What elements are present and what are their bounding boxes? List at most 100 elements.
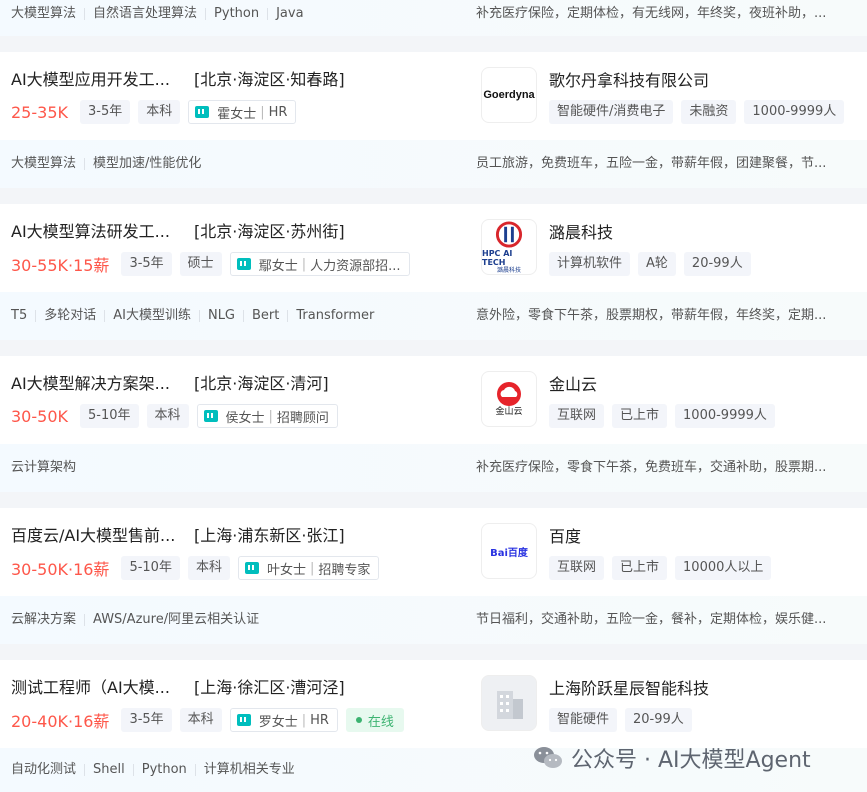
company-tag: 智能硬件/消费电子 (549, 100, 674, 124)
cloud-logo-icon (497, 381, 521, 406)
company-tag: 20-99人 (625, 708, 692, 732)
logo-text: Bai百度 (490, 547, 528, 559)
hr-contact[interactable]: 叶女士 | 招聘专家 (237, 556, 380, 580)
salary: 30-55K·15薪 (11, 256, 110, 275)
skill-tag: Transformer (287, 309, 382, 322)
skill-tag: 大模型算法 (11, 6, 77, 21)
job-card[interactable]: AI大模型解决方案架... [北京·海淀区·清河] 30-50K 5-10年 本… (0, 356, 867, 492)
skill-tag: T5 (11, 308, 28, 323)
skill-tag: Bert (243, 309, 287, 322)
skill-tags: 云解决方案 AWS/Azure/阿里云相关认证 (11, 596, 267, 644)
chat-icon (236, 714, 251, 726)
company-name[interactable]: 上海阶跃星辰智能科技 (549, 675, 709, 699)
company-tag: A轮 (638, 252, 676, 276)
skill-tag: AI大模型训练 (104, 309, 199, 322)
job-location: [北京·海淀区·知春路] (194, 70, 345, 89)
hr-name: 侯女士 (225, 410, 265, 426)
hr-contact[interactable]: 霍女士 | HR (188, 100, 297, 124)
company-name[interactable]: 百度 (549, 523, 581, 547)
skill-tag: 自然语言处理算法 (84, 7, 205, 20)
benefits-text: 补充医疗保险，定期体检，有无线网，年终奖，夜班补助，... (476, 6, 827, 21)
skill-tag: 大模型算法 (11, 156, 77, 171)
job-title[interactable]: AI大模型算法研发工... (11, 218, 181, 242)
job-card[interactable]: AI大模型应用开发工... [北京·海淀区·知春路] 25-35K 3-5年 本… (0, 52, 867, 188)
job-title[interactable]: 测试工程师（AI大模... (11, 674, 181, 698)
watermark: 公众号 · AI大模型Agent (533, 742, 811, 774)
company-logo[interactable]: 金山云 (481, 371, 537, 427)
hr-contact[interactable]: 侯女士 | 招聘顾问 (196, 404, 338, 428)
hr-title: HR (310, 712, 329, 728)
hr-name: 鄢女士 (258, 258, 298, 274)
education-tag: 本科 (146, 404, 189, 428)
hr-contact[interactable]: 罗女士 | HR (229, 708, 338, 732)
skill-tag: Python (205, 7, 267, 20)
benefits-text: 员工旅游，免费班车，五险一金，带薪年假，团建聚餐，节... (476, 156, 827, 171)
company-name[interactable]: 金山云 (549, 371, 597, 395)
company-tag: 未融资 (681, 100, 737, 124)
education-tag: 本科 (187, 556, 230, 580)
skill-tag: 云解决方案 (11, 612, 77, 627)
skill-tag: 自动化测试 (11, 762, 77, 777)
experience-tag: 5-10年 (121, 556, 180, 580)
education-tag: 硕士 (179, 252, 222, 276)
skill-tags: 大模型算法 模型加速/性能优化 (11, 140, 209, 188)
company-name[interactable]: 歌尔丹拿科技有限公司 (549, 67, 709, 91)
company-logo[interactable]: HPC AI TECH 潞晨科技 (481, 219, 537, 275)
job-card-partial[interactable]: 大模型算法 自然语言处理算法 Python Java 补充医疗保险，定期体检，有… (0, 0, 867, 36)
salary: 25-35K (11, 102, 68, 122)
skill-tag: Python (132, 763, 195, 776)
job-location: [北京·海淀区·苏州街] (194, 222, 345, 241)
education-tag: 本科 (138, 100, 181, 124)
salary: 30-50K (11, 406, 68, 426)
online-badge: 在线 (345, 708, 404, 732)
company-tag: 10000人以上 (675, 556, 772, 580)
job-card[interactable]: AI大模型算法研发工... [北京·海淀区·苏州街] 30-55K·15薪 3-… (0, 204, 867, 340)
chat-icon (236, 258, 251, 270)
skill-tag: Shell (84, 763, 133, 776)
watermark-text: 公众号 · AI大模型Agent (571, 748, 811, 773)
job-card[interactable]: 百度云/AI大模型售前... [上海·浦东新区·张江] 30-50K·16薪 5… (0, 508, 867, 644)
skill-tags: 云计算架构 (11, 444, 84, 492)
hr-title: 人力资源部招... (310, 258, 401, 274)
skill-tag: NLG (198, 309, 243, 322)
skill-tags: T5 多轮对话 AI大模型训练 NLG Bert Transformer (11, 292, 382, 340)
experience-tag: 3-5年 (121, 708, 172, 732)
skill-tag: Java (267, 7, 311, 20)
company-logo[interactable] (481, 675, 537, 731)
job-title[interactable]: AI大模型解决方案架... (11, 370, 181, 394)
company-tag: 互联网 (549, 556, 605, 580)
experience-tag: 3-5年 (121, 252, 172, 276)
benefits-text: 节日福利，交通补助，五险一金，餐补，定期体检，娱乐健... (476, 612, 827, 627)
benefits-text: 意外险，零食下午茶，股票期权，带薪年假，年终奖，定期... (476, 308, 827, 323)
experience-tag: 5-10年 (79, 404, 139, 428)
hr-title: 招聘顾问 (276, 410, 329, 426)
company-tag: 互联网 (549, 404, 605, 428)
education-tag: 本科 (179, 708, 222, 732)
skill-tags: 大模型算法 自然语言处理算法 Python Java (11, 0, 312, 28)
logo-text: HPC AI TECH (482, 249, 513, 267)
company-tag: 已上市 (612, 404, 668, 428)
hr-name: 罗女士 (258, 714, 298, 730)
skill-tag: AWS/Azure/阿里云相关认证 (84, 613, 267, 626)
benefits-text: 补充医疗保险，零食下午茶，免费班车，交通补助，股票期... (476, 460, 827, 475)
company-logo[interactable]: Bai百度 (481, 523, 537, 579)
chat-icon (244, 562, 259, 574)
hr-contact[interactable]: 鄢女士 | 人力资源部招... (229, 252, 410, 276)
skill-tag: 模型加速/性能优化 (84, 157, 209, 170)
wechat-icon (534, 747, 562, 768)
hr-title: 招聘专家 (318, 562, 371, 578)
company-tag: 计算机软件 (549, 252, 631, 276)
job-title[interactable]: AI大模型应用开发工... (11, 66, 181, 90)
salary: 30-50K·16薪 (11, 560, 110, 579)
company-logo[interactable]: Goerdyna (481, 67, 537, 123)
skill-tag: 云计算架构 (11, 460, 77, 475)
hr-name: 霍女士 (217, 106, 257, 122)
skill-tags: 自动化测试 Shell Python 计算机相关专业 (11, 748, 303, 792)
job-title[interactable]: 百度云/AI大模型售前... (11, 522, 181, 546)
company-tag: 1000-9999人 (744, 100, 845, 124)
company-name[interactable]: 潞晨科技 (549, 219, 613, 243)
logo-text: Goerdyna (483, 89, 535, 101)
job-location: [北京·海淀区·清河] (194, 374, 329, 393)
skill-tag: 多轮对话 (35, 309, 104, 322)
logo-subtext: 潞晨科技 (496, 267, 521, 274)
